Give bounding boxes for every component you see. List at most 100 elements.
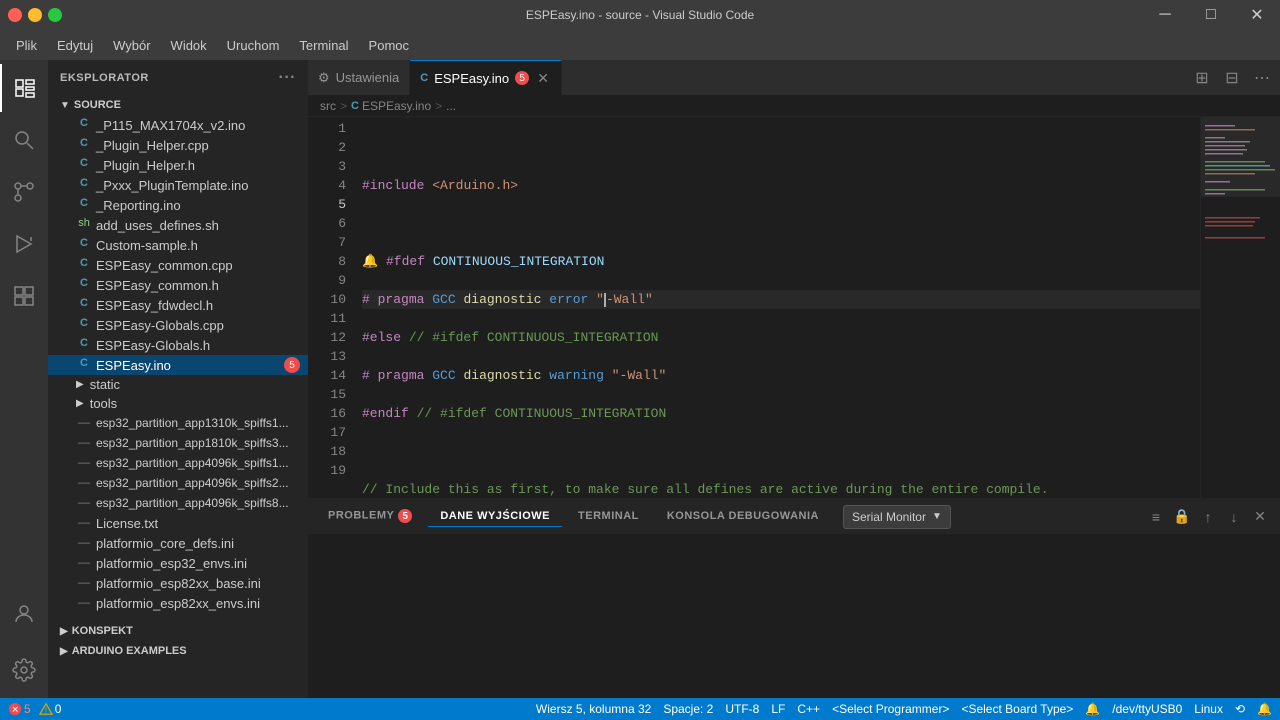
toggle-panel-icon[interactable]: ⊟ [1218,64,1246,92]
file-pxxx[interactable]: C _Pxxx_PluginTemplate.ino [48,175,308,195]
breadcrumb-more[interactable]: ... [446,99,456,113]
language-mode[interactable]: C++ [797,702,820,716]
file-pio-esp32[interactable]: — platformio_esp32_envs.ini [48,553,308,573]
code-line-6: #else // #ifdef CONTINUOUS_INTEGRATION [362,328,1200,347]
menu-pomoc[interactable]: Pomoc [361,36,417,55]
status-errors[interactable]: ✕ 5 [8,702,31,716]
port[interactable]: /dev/ttyUSB0 [1112,702,1182,716]
programmer[interactable]: <Select Programmer> [832,702,949,716]
maximize-button[interactable]: □ [1188,0,1234,30]
notifications-icon[interactable]: 🔔 [1257,702,1272,716]
customize-layout-icon[interactable]: ⋯ [1248,64,1276,92]
panel-close-icon[interactable]: ✕ [1248,505,1272,529]
panel-tab-dane[interactable]: DANE WYJŚCIOWE [428,506,562,527]
cursor-position[interactable]: Wiersz 5, kolumna 32 [536,702,651,716]
breadcrumb-src[interactable]: src [320,99,336,113]
file-espeasy-fdw[interactable]: C ESPEasy_fdwdecl.h [48,295,308,315]
panel-down-icon[interactable]: ↓ [1222,505,1246,529]
min-dot[interactable]: ─ [28,8,42,22]
remote-icon[interactable]: ⟲ [1235,702,1245,716]
menu-plik[interactable]: Plik [8,36,45,55]
file-esp32-part4[interactable]: — esp32_partition_app4096k_spiffs2... [48,473,308,493]
encoding[interactable]: UTF-8 [725,702,759,716]
editor[interactable]: 1 2 3 4 5 6 7 8 9 10 11 12 13 14 15 16 1… [308,117,1280,498]
activitybar-search[interactable] [0,116,48,164]
filename: esp32_partition_app4096k_spiffs1... [96,456,289,470]
file-esp32-part5[interactable]: — esp32_partition_app4096k_spiffs8... [48,493,308,513]
breadcrumb-espeasy[interactable]: C ESPEasy.ino [351,99,431,113]
split-editor-icon[interactable]: ⊞ [1188,64,1216,92]
filename: platformio_esp82xx_envs.ini [96,596,260,611]
panel-lock-icon[interactable]: 🔒 [1170,505,1194,529]
breadcrumb: src > C ESPEasy.ino > ... [308,95,1280,117]
filename: platformio_core_defs.ini [96,536,234,551]
file-license[interactable]: — License.txt [48,513,308,533]
file-custom-sample[interactable]: C Custom-sample.h [48,235,308,255]
activitybar-source-control[interactable] [0,168,48,216]
file-esp32-part1[interactable]: — esp32_partition_app1310k_spiffs1... [48,413,308,433]
panel-content[interactable] [308,534,1280,698]
code-editor[interactable]: #include <Arduino.h> 🔔 #fdef CONTINUOUS_… [354,117,1200,498]
minimap[interactable] [1200,117,1280,498]
konspekt-section[interactable]: ▶ KONSPEKT [48,621,308,641]
panel-menu-icon[interactable]: ≡ [1144,505,1168,529]
folder-tools[interactable]: ▶ tools [48,394,308,413]
file-plugin-helper-cpp[interactable]: C _Plugin_Helper.cpp [48,135,308,155]
activitybar-accounts[interactable] [0,590,48,638]
close-button[interactable]: ✕ [1234,0,1280,30]
line-ending[interactable]: LF [771,702,785,716]
panel-tab-konsola[interactable]: KONSOLA DEBUGOWANIA [655,506,831,527]
tab-close-button[interactable]: ✕ [535,70,551,86]
file-pio-esp82-envs[interactable]: — platformio_esp82xx_envs.ini [48,593,308,613]
activitybar-run[interactable] [0,220,48,268]
source-folder[interactable]: ▼ SOURCE [48,95,308,115]
folder-label: static [90,377,120,392]
file-espeasy-globals-cpp[interactable]: C ESPEasy-Globals.cpp [48,315,308,335]
menu-terminal[interactable]: Terminal [291,36,356,55]
file-pio-esp82-base[interactable]: — platformio_esp82xx_base.ini [48,573,308,593]
breadcrumb-file-icon: C [351,100,359,112]
status-warnings[interactable]: ! 0 [39,702,62,716]
panel-dropdown-serial[interactable]: Serial Monitor ▼ [843,505,951,529]
menu-widok[interactable]: Widok [163,36,215,55]
max-dot[interactable]: □ [48,8,62,22]
sidebar-more-icon[interactable]: ··· [279,69,296,87]
board-type[interactable]: <Select Board Type> [961,702,1073,716]
activitybar-extensions[interactable] [0,272,48,320]
tab-espeasy-ino[interactable]: C ESPEasy.ino 5 ✕ [410,60,562,95]
file-esp32-part2[interactable]: — esp32_partition_app1810k_spiffs3... [48,433,308,453]
file-espeasy-ino[interactable]: C ESPEasy.ino 5 [48,355,308,375]
line-numbers: 1 2 3 4 5 6 7 8 9 10 11 12 13 14 15 16 1… [308,117,354,498]
menu-uruchom[interactable]: Uruchom [219,36,288,55]
folder-static[interactable]: ▶ static [48,375,308,394]
panel-tab-terminal[interactable]: TERMINAL [566,506,651,527]
arduino-examples-section[interactable]: ▶ ARDUINO EXAMPLES [48,641,308,661]
activitybar-explorer[interactable] [0,64,48,112]
os[interactable]: Linux [1194,702,1223,716]
file-espeasy-common-cpp[interactable]: C ESPEasy_common.cpp [48,255,308,275]
tab-settings[interactable]: ⚙ Ustawienia [308,60,410,95]
activitybar-settings[interactable] [0,646,48,694]
panel-tab-problemy[interactable]: PROBLEMY5 [316,505,424,528]
tabs-actions: ⊞ ⊟ ⋯ [1188,64,1280,92]
close-dot[interactable]: ✕ [8,8,22,22]
file-pio-core[interactable]: — platformio_core_defs.ini [48,533,308,553]
menu-edytuj[interactable]: Edytuj [49,36,101,55]
bell-status-icon[interactable]: 🔔 [1085,702,1100,716]
minimize-button[interactable]: ─ [1142,0,1188,30]
panel-up-icon[interactable]: ↑ [1196,505,1220,529]
menu-wybor[interactable]: Wybór [105,36,158,55]
window-controls: ─ □ ✕ [1142,0,1280,30]
file-esp32-part3[interactable]: — esp32_partition_app4096k_spiffs1... [48,453,308,473]
window-title: ESPEasy.ino - source - Visual Studio Cod… [526,8,754,22]
statusbar: ✕ 5 ! 0 Wiersz 5, kolumna 32 Spacje: 2 U… [0,698,1280,720]
file-espeasy-common-h[interactable]: C ESPEasy_common.h [48,275,308,295]
file-p115[interactable]: C _P115_MAX1704x_v2.ino [48,115,308,135]
file-add-uses[interactable]: sh add_uses_defines.sh [48,215,308,235]
file-reporting[interactable]: C _Reporting.ino [48,195,308,215]
indentation[interactable]: Spacje: 2 [663,702,713,716]
file-espeasy-globals-h[interactable]: C ESPEasy-Globals.h [48,335,308,355]
file-plugin-helper-h[interactable]: C _Plugin_Helper.h [48,155,308,175]
panel-actions: ≡ 🔒 ↑ ↓ ✕ [1144,505,1272,529]
filename: ESPEasy_fdwdecl.h [96,298,213,313]
